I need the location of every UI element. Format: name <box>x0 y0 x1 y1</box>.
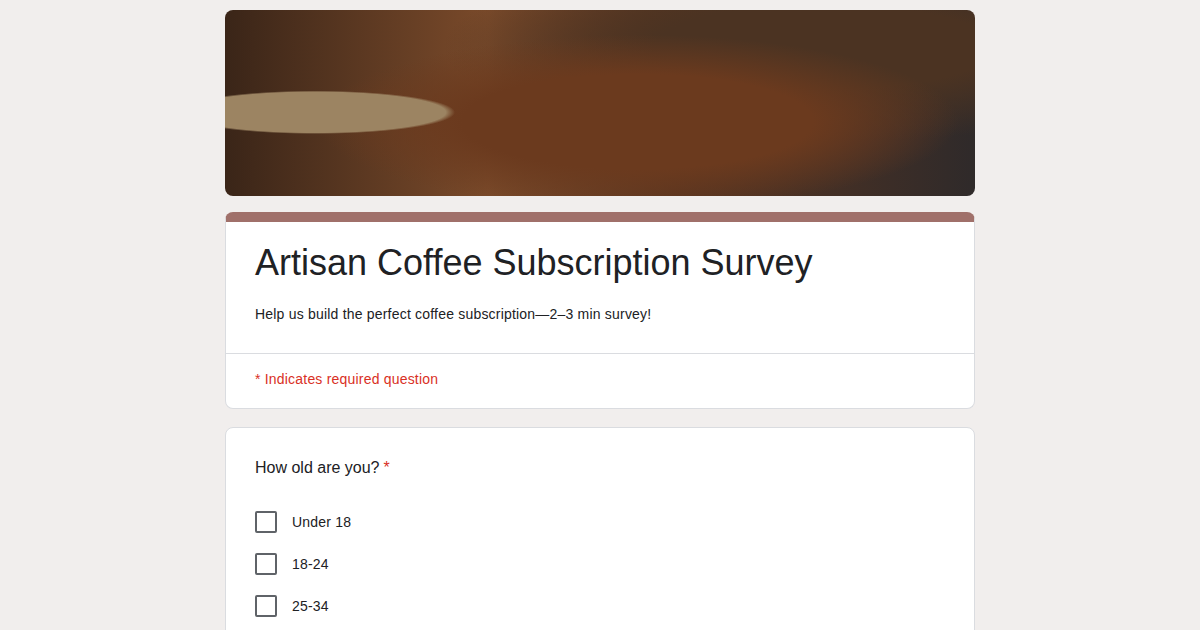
option-label: 18-24 <box>292 554 329 574</box>
required-section: * Indicates required question <box>226 354 974 408</box>
checkbox[interactable] <box>255 511 277 533</box>
question-text: How old are you? <box>255 459 380 476</box>
required-mark: * <box>384 459 390 476</box>
option-row[interactable]: Under 18 <box>255 501 945 543</box>
question-card: How old are you?* Under 18 18-24 25-34 <box>225 427 975 630</box>
option-row[interactable]: 25-34 <box>255 585 945 627</box>
option-list: Under 18 18-24 25-34 <box>255 501 945 627</box>
form-description: Help us build the perfect coffee subscri… <box>255 304 945 324</box>
required-note: * Indicates required question <box>255 369 945 389</box>
option-row[interactable]: 18-24 <box>255 543 945 585</box>
checkbox[interactable] <box>255 553 277 575</box>
form-title: Artisan Coffee Subscription Survey <box>255 239 945 287</box>
form-column: Artisan Coffee Subscription Survey Help u… <box>225 0 975 630</box>
option-label: Under 18 <box>292 512 351 532</box>
checkbox[interactable] <box>255 595 277 617</box>
title-card: Artisan Coffee Subscription Survey Help u… <box>225 212 975 409</box>
option-label: 25-34 <box>292 596 329 616</box>
question-title: How old are you?* <box>255 456 945 480</box>
header-image <box>225 10 975 196</box>
title-section: Artisan Coffee Subscription Survey Help u… <box>226 222 974 354</box>
